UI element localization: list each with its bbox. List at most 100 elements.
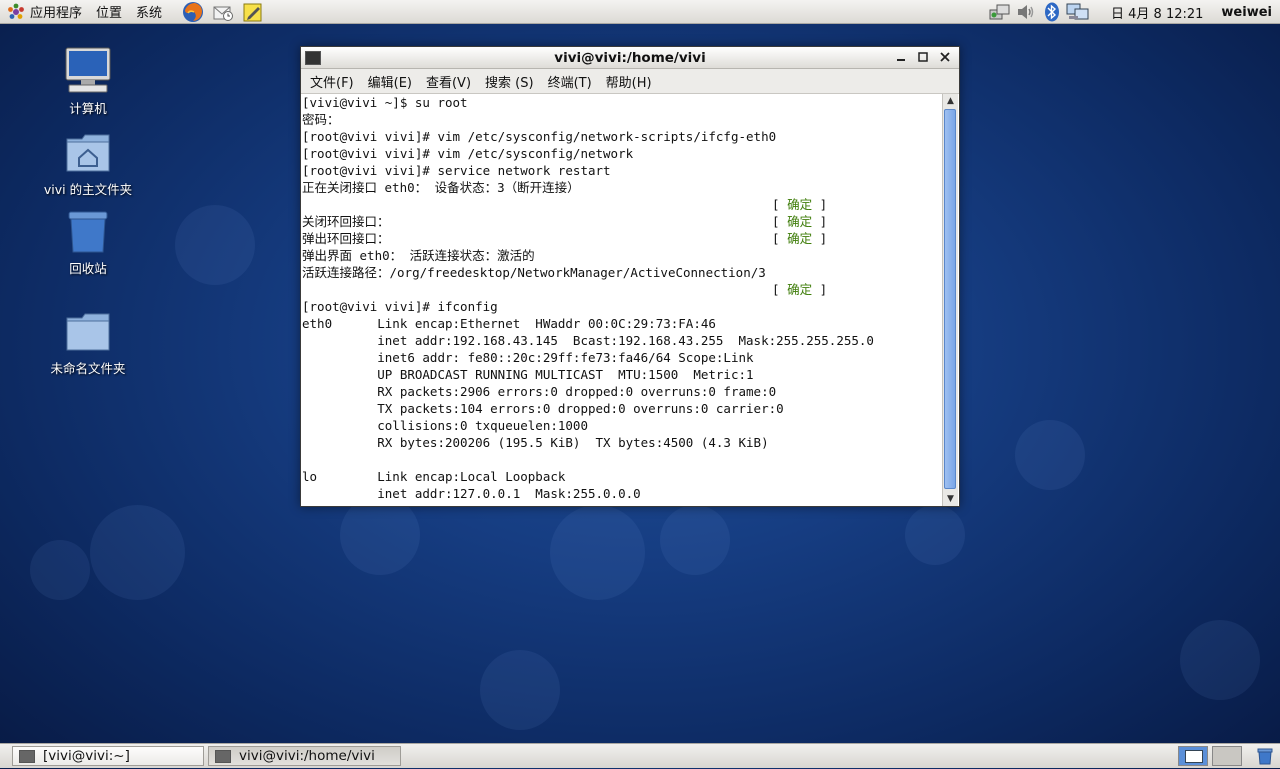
trash-applet[interactable] (1256, 747, 1274, 765)
terminal-line: [root@vivi vivi]# vim /etc/sysconfig/net… (302, 146, 634, 161)
places-label: 位置 (96, 6, 123, 21)
terminal-line: [ 确定 ] (302, 281, 943, 298)
ok-text: 确定 (787, 231, 813, 246)
desktop-icon-trash[interactable]: 回收站 (33, 206, 143, 277)
terminal-line: 弹出环回接口：[ 确定 ] (302, 231, 828, 246)
status-ok: [ 确定 ] (772, 231, 828, 246)
network-manager-tray[interactable] (1065, 1, 1091, 23)
desktop-icon-label: 未命名文件夹 (50, 361, 126, 376)
terminal-line: [ 确定 ] (302, 196, 943, 213)
system-label: 系统 (136, 6, 163, 21)
desktop-icon-computer[interactable]: 计算机 (33, 46, 143, 117)
trash-icon (1257, 748, 1273, 765)
terminal-line: 正在关闭接口 eth0： 设备状态：3（断开连接） (302, 180, 580, 195)
status-ok: [ 确定 ] (772, 282, 828, 297)
menu-view[interactable]: 查看(V) (419, 72, 478, 91)
firefox-launcher[interactable] (181, 1, 205, 23)
home-folder-icon (66, 134, 110, 172)
scroll-up-icon[interactable]: ▲ (943, 94, 958, 108)
terminal-line: 活跃连接路径：/org/freedesktop/NetworkManager/A… (302, 265, 766, 280)
terminal-line: collisions:0 txqueuelen:1000 (302, 418, 588, 433)
terminal-icon (19, 749, 35, 763)
terminal-line: RX bytes:200206 (195.5 KiB) TX bytes:450… (302, 435, 769, 450)
bluetooth-tray[interactable] (1039, 1, 1065, 23)
terminal-line: eth0 Link encap:Ethernet HWaddr 00:0C:29… (302, 316, 716, 331)
taskbar-item-active[interactable]: vivi@vivi:/home/vivi (208, 746, 401, 766)
desktop-icon-label: 计算机 (69, 101, 107, 116)
minimize-icon (897, 59, 905, 61)
scroll-thumb[interactable] (944, 109, 956, 489)
terminal-icon (215, 749, 231, 763)
system-menu[interactable]: 系统 (129, 2, 169, 21)
terminal-line: lo Link encap:Local Loopback (302, 469, 566, 484)
notes-launcher[interactable] (241, 1, 265, 23)
volume-tray[interactable] (1013, 1, 1039, 23)
terminal-line: 密码： (302, 112, 340, 127)
terminal-output[interactable]: [vivi@vivi ~]$ su root 密码： [root@vivi vivi… (301, 94, 943, 506)
menu-terminal[interactable]: 终端(T) (541, 72, 599, 91)
computer-icon (65, 47, 111, 93)
applications-label: 应用程序 (30, 6, 83, 21)
user-name[interactable]: weiwei (1221, 5, 1272, 20)
terminal-line: TX packets:104 errors:0 dropped:0 overru… (302, 401, 784, 416)
places-menu[interactable]: 位置 (89, 2, 129, 21)
trash-icon (68, 211, 108, 253)
desktop-icon-home[interactable]: vivi 的主文件夹 (33, 127, 143, 198)
applications-menu[interactable]: 应用程序 (0, 2, 89, 21)
bluetooth-icon (1045, 2, 1060, 22)
menu-file[interactable]: 文件(F) (303, 72, 361, 91)
network-icon (989, 4, 1010, 20)
maximize-icon (918, 52, 928, 62)
gnome-foot-icon (8, 3, 24, 19)
terminal-line: [root@vivi vivi]# vim /etc/sysconfig/net… (302, 129, 777, 144)
network-manager-icon (1066, 3, 1089, 20)
window-titlebar[interactable]: vivi@vivi:/home/vivi (301, 47, 959, 69)
terminal-line: 关闭环回接口：[ 确定 ] (302, 214, 828, 229)
desktop-icon-label: 回收站 (69, 261, 107, 276)
ok-text: 确定 (787, 214, 813, 229)
close-button[interactable] (937, 49, 953, 65)
taskbar-item-label: [vivi@vivi:~] (43, 748, 130, 764)
terminal-line: [root@vivi vivi]# ifconfig (302, 299, 498, 314)
vertical-scrollbar[interactable]: ▲ ▼ (942, 94, 958, 506)
firefox-icon (183, 1, 204, 22)
menu-search[interactable]: 搜索 (S) (478, 72, 541, 91)
mail-icon (213, 6, 234, 21)
bottom-taskbar: [vivi@vivi:~] vivi@vivi:/home/vivi (0, 743, 1280, 768)
menu-edit[interactable]: 编辑(E) (361, 72, 419, 91)
taskbar-item-label: vivi@vivi:/home/vivi (239, 748, 375, 764)
taskbar-item[interactable]: [vivi@vivi:~] (12, 746, 204, 766)
ok-text: 确定 (787, 282, 813, 297)
terminal-icon (305, 50, 321, 65)
status-ok: [ 确定 ] (772, 197, 828, 212)
terminal-line: [root@vivi vivi]# service network restar… (302, 163, 611, 178)
ok-text: 确定 (787, 197, 813, 212)
terminal-line: [vivi@vivi ~]$ su root (302, 95, 468, 110)
minimize-button[interactable] (893, 49, 909, 65)
window-title: vivi@vivi:/home/vivi (554, 49, 706, 66)
workspace-1[interactable] (1178, 746, 1208, 766)
terminal-line: inet addr:192.168.43.145 Bcast:192.168.4… (302, 333, 874, 348)
terminal-menubar: 文件(F) 编辑(E) 查看(V) 搜索 (S) 终端(T) 帮助(H) (301, 69, 959, 94)
mail-launcher[interactable] (211, 1, 235, 23)
desktop-icon-folder[interactable]: 未命名文件夹 (33, 306, 143, 377)
top-panel: 应用程序 位置 系统 日 4月 8 12:21 weiwei (0, 0, 1280, 24)
notes-icon (243, 3, 262, 21)
terminal-line: 弹出界面 eth0： 活跃连接状态：激活的 (302, 248, 535, 263)
workspace-2[interactable] (1212, 746, 1242, 766)
menu-help[interactable]: 帮助(H) (599, 72, 659, 91)
status-ok: [ 确定 ] (772, 214, 828, 229)
desktop-icon-label: vivi 的主文件夹 (43, 182, 133, 197)
scroll-down-icon[interactable]: ▼ (943, 492, 958, 506)
terminal-window[interactable]: vivi@vivi:/home/vivi 文件(F) 编辑(E) 查看(V) 搜… (300, 46, 960, 507)
system-tray: 日 4月 8 12:21 weiwei (987, 0, 1280, 24)
clock[interactable]: 日 4月 8 12:21 (1111, 3, 1203, 22)
folder-icon (66, 313, 110, 351)
terminal-line: RX packets:2906 errors:0 dropped:0 overr… (302, 384, 777, 399)
network-tray[interactable] (987, 1, 1013, 23)
close-icon (940, 52, 950, 62)
volume-icon (1018, 5, 1034, 19)
terminal-line: inet addr:127.0.0.1 Mask:255.0.0.0 (302, 486, 641, 501)
maximize-button[interactable] (915, 49, 931, 65)
